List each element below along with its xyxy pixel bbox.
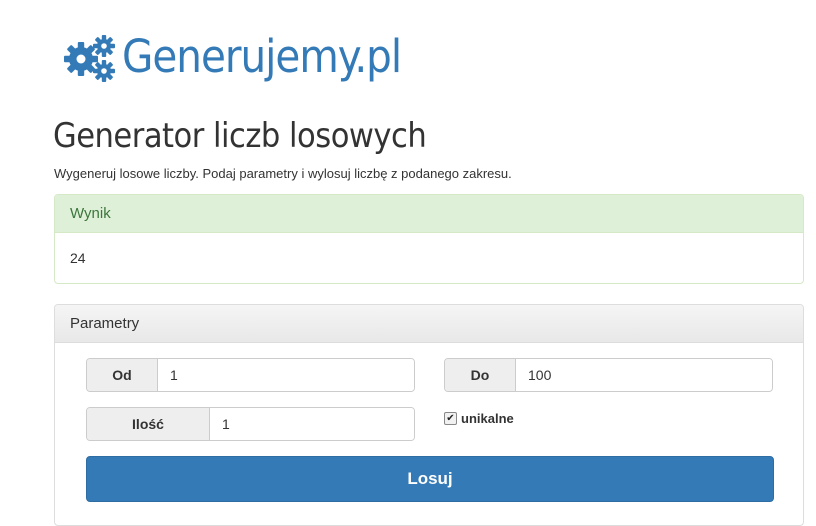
unique-checkbox-text: unikalne [461, 411, 514, 426]
od-input[interactable] [158, 359, 414, 391]
site-name[interactable]: Generujemy.pl [122, 28, 402, 86]
site-logo[interactable]: Generujemy.pl [62, 28, 402, 86]
gears-icon [64, 35, 115, 82]
do-input[interactable] [516, 359, 772, 391]
page-description: Wygeneruj losowe liczby. Podaj parametry… [54, 166, 512, 181]
ilosc-input[interactable] [210, 408, 414, 440]
result-heading: Wynik [55, 195, 803, 233]
draw-button[interactable]: Losuj [86, 456, 774, 502]
ilosc-input-group: Ilość [86, 407, 415, 441]
unique-checkbox-label[interactable]: ✔ unikalne [444, 411, 514, 426]
od-label: Od [87, 359, 158, 391]
od-input-group: Od [86, 358, 415, 392]
parameters-panel: Parametry Od Do Ilość ✔ unikalne Losuj [54, 304, 804, 526]
checkmark-icon: ✔ [446, 412, 455, 424]
ilosc-label: Ilość [87, 408, 210, 440]
parameters-heading: Parametry [55, 305, 803, 343]
result-panel: Wynik 24 [54, 194, 804, 284]
page-title: Generator liczb losowych [53, 116, 427, 156]
do-input-group: Do [444, 358, 773, 392]
unique-checkbox[interactable]: ✔ [444, 412, 457, 425]
result-value: 24 [70, 250, 86, 266]
do-label: Do [445, 359, 516, 391]
